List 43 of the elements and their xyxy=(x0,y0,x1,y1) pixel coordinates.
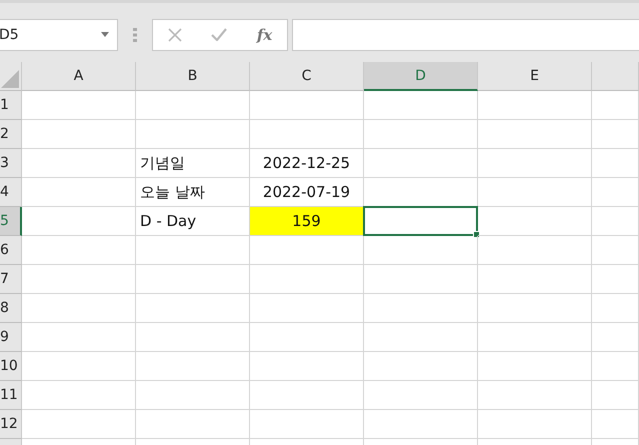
table-cell xyxy=(592,323,639,352)
triangle-icon xyxy=(1,70,19,88)
table-cell xyxy=(592,120,639,149)
table-cell: 159 xyxy=(250,207,364,236)
row-header[interactable]: 4 xyxy=(0,178,22,207)
column-header[interactable]: A xyxy=(22,62,136,91)
table-cell xyxy=(592,236,639,265)
grip-icon[interactable] xyxy=(133,28,137,42)
row-header[interactable]: 8 xyxy=(0,294,22,323)
table-cell xyxy=(592,294,639,323)
row-header[interactable]: 5 xyxy=(0,207,22,236)
row-header[interactable]: 12 xyxy=(0,410,22,439)
table-cell xyxy=(592,207,639,236)
row-header[interactable]: 11 xyxy=(0,381,22,410)
column-header[interactable] xyxy=(592,62,639,91)
formula-input[interactable] xyxy=(292,18,639,50)
select-all-button[interactable] xyxy=(0,62,22,91)
table-cell xyxy=(592,91,639,120)
selected-cell[interactable] xyxy=(363,206,478,236)
row-header[interactable]: 10 xyxy=(0,352,22,381)
row-header[interactable]: 7 xyxy=(0,265,22,294)
row-header[interactable]: 6 xyxy=(0,236,22,265)
table-cell xyxy=(592,265,639,294)
row-header[interactable]: 3 xyxy=(0,149,22,178)
table-cell xyxy=(592,381,639,410)
caret-icon[interactable] xyxy=(101,32,109,37)
cancel-icon[interactable] xyxy=(168,28,182,42)
checkmark-icon[interactable] xyxy=(211,28,228,41)
column-header[interactable]: B xyxy=(136,62,250,91)
row-header[interactable]: 2 xyxy=(0,120,22,149)
row-header[interactable]: 9 xyxy=(0,323,22,352)
table-cell xyxy=(592,178,639,207)
column-header[interactable]: E xyxy=(478,62,592,91)
column-header[interactable]: C xyxy=(250,62,364,91)
table-cell: 오늘 날짜 xyxy=(136,178,250,207)
table-cell xyxy=(592,352,639,381)
column-header[interactable]: D xyxy=(364,62,478,91)
table-cell: 기념일 xyxy=(136,149,250,178)
name-box[interactable]: D5 xyxy=(0,18,118,50)
table-cell: 2022-12-25 xyxy=(250,149,364,178)
insert-function-button[interactable]: fx xyxy=(256,26,272,44)
row-header[interactable]: 1 xyxy=(0,91,22,120)
table-cell xyxy=(592,149,639,178)
